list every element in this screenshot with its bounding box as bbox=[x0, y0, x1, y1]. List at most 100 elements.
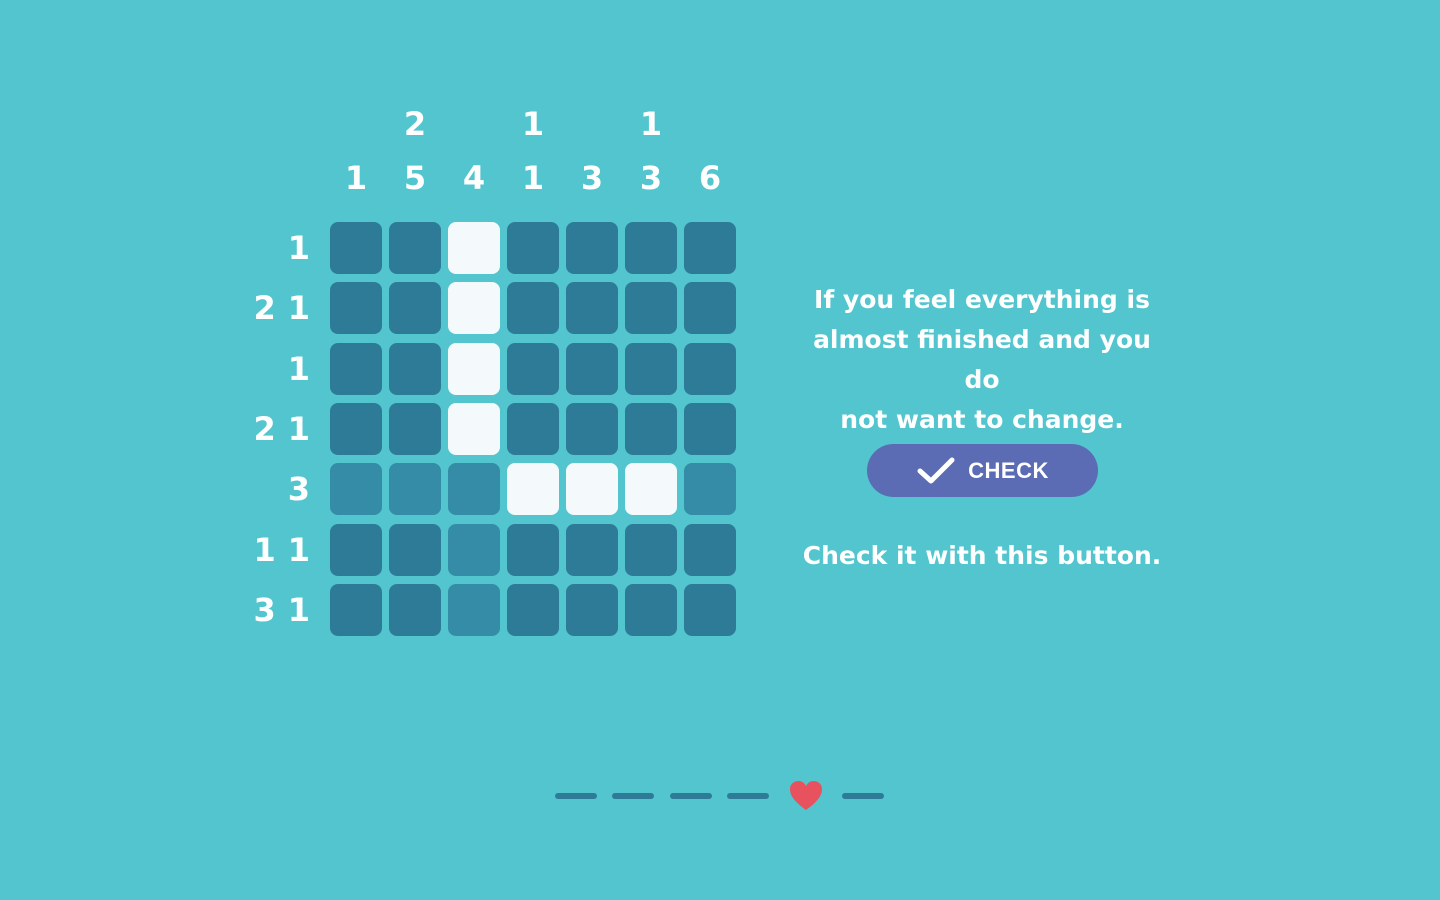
row-clue-number: 3 bbox=[253, 591, 276, 629]
hint-line-1: If you feel everything is bbox=[814, 285, 1150, 314]
nonogram-grid bbox=[330, 222, 736, 636]
row-clue-number: 1 bbox=[253, 530, 276, 569]
grid-cell-empty[interactable] bbox=[684, 342, 736, 395]
column-clue-number: 1 bbox=[639, 105, 663, 143]
row-clue-5: 3 bbox=[288, 463, 310, 515]
tutorial-progress bbox=[555, 778, 885, 814]
grid-cell-empty[interactable] bbox=[330, 463, 382, 516]
column-clue-2: 25 bbox=[389, 105, 441, 205]
grid-cell-empty[interactable] bbox=[448, 584, 500, 636]
grid-cell-empty[interactable] bbox=[625, 403, 677, 455]
grid-cell-filled[interactable] bbox=[625, 463, 677, 516]
grid-cell-filled[interactable] bbox=[507, 463, 559, 516]
grid-cell-empty[interactable] bbox=[507, 342, 559, 395]
grid-cell-empty[interactable] bbox=[330, 523, 382, 576]
column-clue-number: 3 bbox=[580, 159, 604, 197]
grid-cell-empty[interactable] bbox=[625, 222, 677, 274]
grid-cell-empty[interactable] bbox=[566, 523, 618, 576]
grid-cell-filled[interactable] bbox=[448, 222, 500, 274]
progress-step-dash bbox=[555, 793, 597, 799]
grid-cell-empty[interactable] bbox=[684, 523, 736, 576]
grid-cell-empty[interactable] bbox=[625, 342, 677, 395]
row-clue-7: 31 bbox=[253, 584, 310, 636]
grid-cell-empty[interactable] bbox=[684, 222, 736, 274]
column-clue-4: 11 bbox=[507, 105, 559, 205]
grid-cell-filled[interactable] bbox=[448, 282, 500, 335]
grid-cell-empty[interactable] bbox=[448, 463, 500, 516]
row-clue-number: 1 bbox=[287, 289, 310, 328]
grid-cell-empty[interactable] bbox=[330, 403, 382, 455]
grid-cell-empty[interactable] bbox=[507, 282, 559, 335]
grid-cell-empty[interactable] bbox=[566, 222, 618, 274]
column-clue-6: 13 bbox=[625, 105, 677, 205]
row-clue-6: 11 bbox=[253, 524, 310, 576]
column-clue-number: 1 bbox=[344, 159, 368, 197]
column-clue-number: 3 bbox=[639, 159, 663, 197]
game-stage: 1254113136 12112131131 If you feel every… bbox=[0, 0, 1440, 900]
checkmark-icon bbox=[917, 457, 955, 483]
grid-cell-empty[interactable] bbox=[566, 403, 618, 455]
grid-cell-empty[interactable] bbox=[625, 584, 677, 636]
grid-cell-empty[interactable] bbox=[566, 584, 618, 636]
grid-cell-empty[interactable] bbox=[566, 342, 618, 395]
grid-cell-empty[interactable] bbox=[389, 282, 441, 335]
grid-cell-empty[interactable] bbox=[684, 403, 736, 455]
grid-cell-empty[interactable] bbox=[389, 463, 441, 516]
column-clue-number: 1 bbox=[521, 105, 545, 143]
grid-cell-empty[interactable] bbox=[330, 584, 382, 636]
progress-step-dash bbox=[727, 793, 770, 799]
row-clue-number: 1 bbox=[287, 410, 310, 448]
row-clue-number: 1 bbox=[287, 530, 310, 569]
grid-cell-empty[interactable] bbox=[389, 342, 441, 395]
row-clue-number: 2 bbox=[253, 289, 276, 328]
row-clue-number: 1 bbox=[287, 591, 310, 629]
grid-cell-filled[interactable] bbox=[448, 342, 500, 395]
check-button[interactable]: CHECK bbox=[867, 444, 1098, 497]
row-clue-3: 1 bbox=[288, 343, 310, 395]
column-clue-number: 2 bbox=[403, 105, 427, 143]
grid-cell-empty[interactable] bbox=[389, 222, 441, 274]
row-clue-2: 21 bbox=[253, 282, 310, 334]
grid-cell-empty[interactable] bbox=[507, 584, 559, 636]
row-clue-4: 21 bbox=[253, 403, 310, 455]
column-clues: 1254113136 bbox=[330, 105, 736, 205]
progress-step-dash bbox=[612, 793, 655, 799]
column-clue-number: 1 bbox=[521, 159, 545, 197]
grid-cell-empty[interactable] bbox=[448, 523, 500, 576]
grid-cell-empty[interactable] bbox=[566, 282, 618, 335]
progress-step-dash bbox=[842, 793, 884, 799]
grid-cell-empty[interactable] bbox=[389, 403, 441, 455]
column-clue-3: 4 bbox=[448, 105, 500, 205]
row-clue-number: 1 bbox=[287, 229, 310, 267]
column-clue-number: 5 bbox=[403, 159, 427, 197]
hint-after-button: Check it with this button. bbox=[802, 541, 1162, 570]
tutorial-panel: If you feel everything is almost finishe… bbox=[800, 280, 1164, 440]
grid-cell-filled[interactable] bbox=[448, 403, 500, 455]
grid-cell-empty[interactable] bbox=[507, 523, 559, 576]
column-clue-7: 6 bbox=[684, 105, 736, 205]
grid-cell-empty[interactable] bbox=[684, 282, 736, 335]
hint-line-3: not want to change. bbox=[840, 405, 1124, 434]
grid-cell-empty[interactable] bbox=[389, 584, 441, 636]
grid-cell-empty[interactable] bbox=[507, 403, 559, 455]
hint-line-2: almost finished and you do bbox=[813, 325, 1151, 394]
row-clue-number: 2 bbox=[253, 410, 276, 448]
grid-cell-empty[interactable] bbox=[389, 523, 441, 576]
column-clue-1: 1 bbox=[330, 105, 382, 205]
grid-cell-empty[interactable] bbox=[330, 282, 382, 335]
progress-step-dash bbox=[669, 793, 712, 799]
row-clue-1: 1 bbox=[288, 222, 310, 274]
grid-cell-empty[interactable] bbox=[625, 282, 677, 335]
grid-cell-empty[interactable] bbox=[625, 523, 677, 576]
check-button-label: CHECK bbox=[968, 457, 1049, 483]
grid-cell-empty[interactable] bbox=[684, 463, 736, 516]
grid-cell-empty[interactable] bbox=[507, 222, 559, 274]
row-clue-number: 1 bbox=[287, 349, 310, 388]
heart-icon bbox=[789, 781, 822, 810]
grid-cell-empty[interactable] bbox=[684, 584, 736, 636]
column-clue-number: 6 bbox=[698, 159, 722, 197]
row-clue-number: 3 bbox=[287, 470, 310, 509]
grid-cell-empty[interactable] bbox=[330, 222, 382, 274]
grid-cell-filled[interactable] bbox=[566, 463, 618, 516]
grid-cell-empty[interactable] bbox=[330, 342, 382, 395]
